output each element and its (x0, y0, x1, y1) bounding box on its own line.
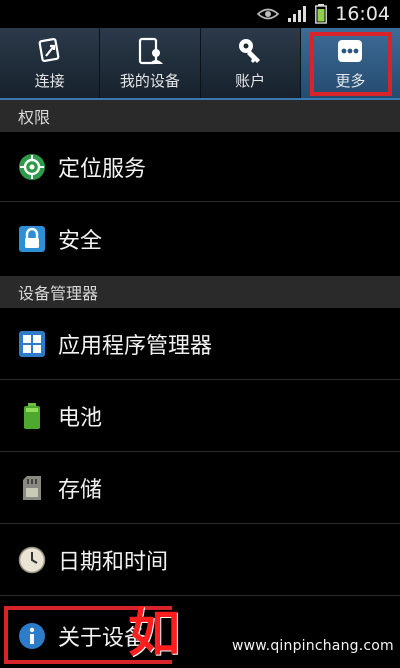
app-grid-icon (18, 330, 46, 358)
location-icon (18, 153, 46, 181)
tab-bar: 连接 我的设备 账户 更多 (0, 28, 400, 100)
clock-time: 16:04 (335, 3, 390, 25)
status-bar: 16:04 (0, 0, 400, 28)
tab-more-label: 更多 (335, 71, 366, 90)
list-item-label: 日期和时间 (58, 549, 169, 575)
list-item-label: 存储 (58, 477, 103, 503)
list-item-security[interactable]: 安全 (0, 202, 400, 276)
signal-icon (287, 5, 307, 23)
tab-my-device-label: 我的设备 (119, 71, 180, 90)
list-item-label: 定位服务 (58, 156, 147, 182)
list-item-label: 安全 (58, 229, 103, 254)
tab-connections[interactable]: 连接 (0, 28, 101, 98)
tab-connections-label: 连接 (34, 71, 65, 90)
tab-more[interactable]: 更多 (300, 28, 400, 98)
connection-icon (33, 36, 67, 66)
tab-my-device[interactable]: 我的设备 (100, 28, 201, 98)
list-item-location-services[interactable]: 定位服务 (0, 132, 400, 202)
clock-icon (18, 546, 46, 574)
info-icon (18, 622, 46, 650)
more-dots-icon (333, 36, 367, 66)
account-key-icon (233, 36, 267, 66)
section-header-permissions: 权限 (0, 100, 400, 132)
tab-accounts-label: 账户 (235, 71, 266, 90)
list-item-label: 应用程序管理器 (58, 333, 213, 359)
battery-icon (315, 4, 328, 24)
sd-card-icon (18, 474, 46, 502)
section-header-device-manager: 设备管理器 (0, 276, 400, 308)
list-item-label: 电池 (58, 405, 103, 431)
list-item-application-manager[interactable]: 应用程序管理器 (0, 308, 400, 380)
list-item-battery[interactable]: 电池 (0, 380, 400, 452)
watermark-text: www.qinpinchang.com (232, 638, 394, 654)
overlay-character: 如 (128, 604, 181, 664)
eye-icon (257, 7, 280, 21)
battery-icon (18, 402, 46, 430)
my-device-icon (133, 36, 167, 66)
tab-accounts[interactable]: 账户 (201, 28, 301, 98)
list-item-about-device[interactable]: 关于设备 (0, 604, 400, 668)
list-item-storage[interactable]: 存储 (0, 452, 400, 524)
lock-icon (18, 225, 46, 253)
list-item-date-time[interactable]: 日期和时间 (0, 524, 400, 596)
